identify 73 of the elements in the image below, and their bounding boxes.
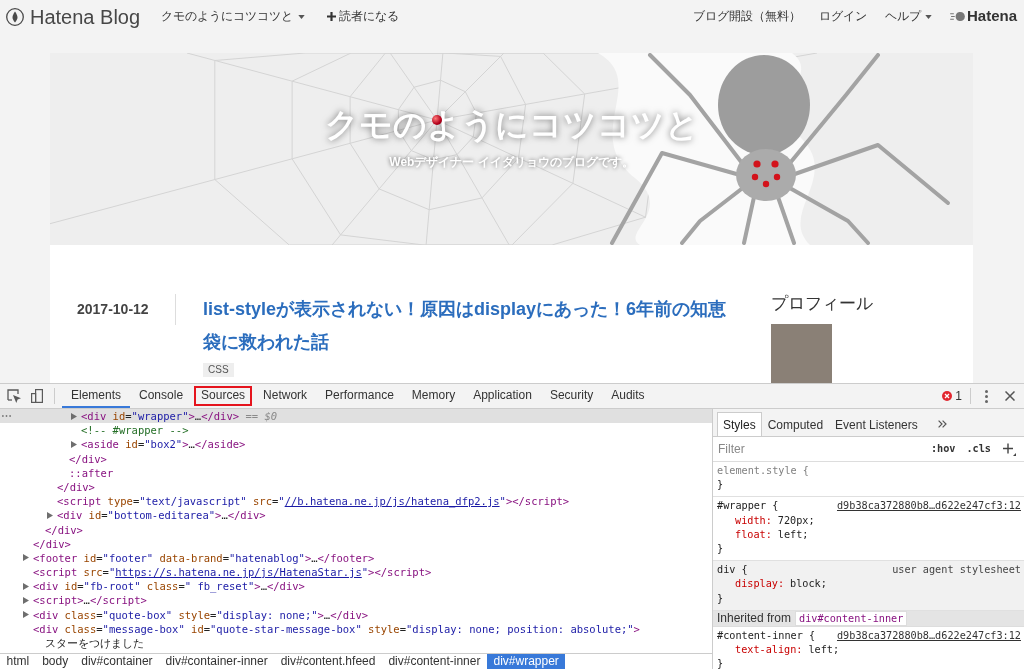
sidebar-heading: プロフィール (771, 293, 873, 315)
chevrons-right-icon[interactable] (937, 420, 947, 428)
closing-brace: } (717, 479, 724, 491)
closing-brace: } (717, 592, 724, 604)
breadcrumb-item[interactable]: html (0, 654, 36, 669)
css-declaration[interactable]: display: block; (735, 578, 827, 590)
inherited-label: Inherited from (717, 611, 792, 626)
plus-icon (327, 12, 337, 21)
disclosure-triangle-icon[interactable] (71, 412, 77, 420)
devices-icon[interactable] (31, 389, 43, 403)
panel-tab[interactable]: Network (254, 384, 317, 408)
photo-placeholder (771, 324, 832, 383)
plus-icon[interactable] (1003, 442, 1016, 456)
filter-field[interactable]: Filter (718, 440, 920, 458)
subscribe-link[interactable]: 読者になる (327, 7, 400, 26)
post-title-link[interactable]: list-styleが表示されない！原因はdisplayにあった！6年前の知恵袋に救われた話 (203, 293, 743, 359)
panel-tab[interactable]: Application (464, 384, 541, 408)
stylesheet-origin: user agent stylesheet (892, 563, 1021, 578)
sidebar-tab[interactable]: Styles (717, 412, 762, 436)
disclosure-triangle-icon[interactable] (71, 440, 77, 448)
closing-brace: } (717, 658, 724, 669)
style-toggle[interactable]: .cls (966, 441, 991, 457)
css-selector: div { (717, 563, 748, 578)
breadcrumb-item[interactable]: div#wrapper (486, 654, 566, 669)
panel-tab[interactable]: Audits (602, 384, 654, 408)
dom-node-row[interactable]: <div id="wrapper">…</div> == $0 (0, 409, 712, 424)
panel-tab[interactable]: Memory (402, 384, 465, 408)
panel-tab[interactable]: Performance (316, 384, 403, 408)
caret-icon (298, 14, 306, 19)
panel-tab[interactable]: Security (540, 384, 603, 408)
closing-brace: } (717, 543, 724, 554)
breadcrumb-item[interactable]: div#container (74, 654, 160, 669)
category-tag[interactable]: CSS (203, 363, 234, 377)
disclosure-triangle-icon[interactable] (23, 582, 29, 590)
breadcrumb-item[interactable]: div#container-inner (159, 654, 275, 669)
source-link[interactable]: https://s.hatena.ne.jp/js/HatenaStar.js (115, 565, 362, 580)
blog-menu-link[interactable]: クモのようにコツコツと (161, 7, 306, 26)
css-selector: #content-inner { (717, 628, 816, 643)
sidebar-tab[interactable]: Event Listeners (829, 412, 924, 436)
bead-icon (432, 115, 442, 125)
ellipsis-icon[interactable] (1, 415, 11, 418)
css-declaration[interactable]: float: left; (735, 528, 809, 540)
error-circle-icon[interactable] (942, 391, 953, 401)
panel-tab[interactable]: Sources (192, 384, 255, 408)
disclosure-triangle-icon[interactable] (47, 511, 53, 519)
disclosure-triangle-icon[interactable] (23, 554, 29, 562)
style-toggle[interactable]: :hov (930, 441, 956, 457)
css-selector: #wrapper { (717, 499, 779, 514)
nav-link[interactable]: ログイン (818, 7, 867, 26)
nav-link[interactable]: ブログ開設（無料） (692, 7, 801, 26)
stylesheet-link[interactable]: d9b38ca372880b8…d622e247cf3:12 (837, 499, 1021, 514)
css-declaration[interactable]: text-align: left; (735, 644, 840, 656)
post-date: 2017-10-12 (77, 300, 149, 319)
close-icon[interactable] (1005, 391, 1015, 401)
more-menu-icon[interactable] (985, 389, 988, 403)
logo-mark-icon (949, 11, 965, 22)
nav-link[interactable]: ヘルプ (884, 7, 932, 26)
panel-tab[interactable]: Console (130, 384, 193, 408)
error-count[interactable]: 1 (955, 387, 962, 405)
sidebar-tab[interactable]: Computed (761, 412, 830, 436)
cursor-box-icon[interactable] (7, 389, 21, 403)
source-link[interactable]: //b.hatena.ne.jp/js/hatena_dfp2.js (284, 494, 500, 509)
breadcrumb-item[interactable]: div#content-inner (381, 654, 487, 669)
brand-logo-link[interactable]: Hatena (949, 5, 1017, 28)
css-declaration[interactable]: width: 720px; (735, 514, 815, 526)
breadcrumb-item[interactable]: div#content.hfeed (274, 654, 382, 669)
breadcrumb-item[interactable]: body (35, 654, 75, 669)
site-logo-link[interactable]: Hatena Blog (6, 4, 141, 29)
disclosure-triangle-icon[interactable] (23, 611, 29, 619)
disclosure-triangle-icon[interactable] (23, 597, 29, 605)
pen-nib-icon (6, 7, 24, 26)
stylesheet-link[interactable]: d9b38ca372880b8…d622e247cf3:12 (837, 628, 1021, 644)
css-selector: element.style { (717, 464, 809, 478)
